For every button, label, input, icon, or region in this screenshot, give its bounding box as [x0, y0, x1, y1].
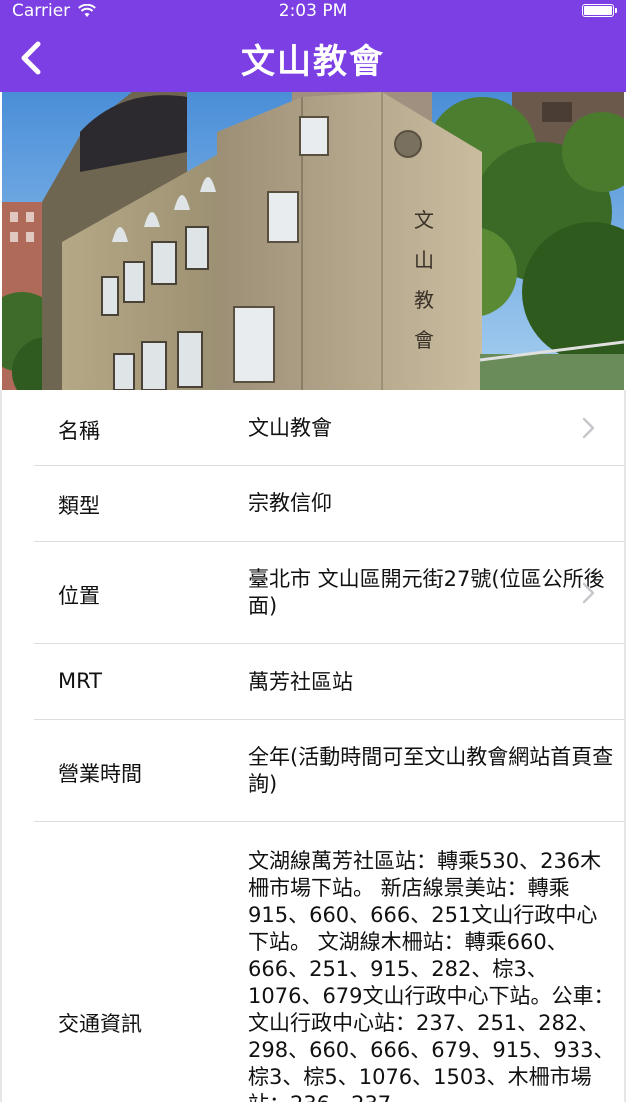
detail-value: 臺北市 文山區開元街27號(位區公所後面) [248, 567, 605, 618]
detail-value: 萬芳社區站 [248, 670, 353, 694]
detail-label: 交通資訊 [58, 1012, 142, 1036]
detail-value: 全年(活動時間可至文山教會網站首頁查詢) [248, 745, 614, 796]
detail-row-location[interactable]: 位置 臺北市 文山區開元街27號(位區公所後面) [34, 542, 624, 644]
detail-list: 名稱 文山教會 類型 宗教信仰 位置 臺北市 文山區開元街27號(位區公所後面)… [0, 390, 626, 1102]
chevron-right-icon [582, 582, 595, 604]
detail-label: 營業時間 [58, 762, 142, 786]
detail-label: 名稱 [58, 419, 100, 443]
detail-row-name[interactable]: 名稱 文山教會 [34, 390, 624, 466]
sign-char-1: 文 [414, 208, 434, 232]
sign-char-3: 教 [414, 288, 434, 312]
status-time: 2:03 PM [278, 1, 348, 21]
detail-row-transport: 交通資訊 文湖線萬芳社區站：轉乘530、236木柵市場下站。 新店線景美站：轉乘… [34, 822, 624, 1102]
navigation-bar: 文山教會 [0, 24, 626, 92]
chevron-right-icon [582, 417, 595, 439]
detail-row-type: 類型 宗教信仰 [34, 466, 624, 542]
detail-value: 文山教會 [248, 416, 332, 440]
battery-icon [582, 4, 617, 17]
hero-image: 文 山 教 會 [2, 92, 624, 390]
detail-label: 類型 [58, 494, 100, 518]
detail-row-hours: 營業時間 全年(活動時間可至文山教會網站首頁查詢) [34, 720, 624, 822]
detail-value: 文湖線萬芳社區站：轉乘530、236木柵市場下站。 新店線景美站：轉乘915、6… [248, 849, 615, 1102]
status-bar: Carrier 2:03 PM [0, 0, 626, 24]
page-title: 文山教會 [241, 42, 385, 82]
detail-value: 宗教信仰 [248, 491, 332, 515]
detail-row-mrt: MRT 萬芳社區站 [34, 644, 624, 720]
sign-char-2: 山 [414, 248, 434, 272]
detail-label: MRT [58, 669, 103, 693]
sign-char-4: 會 [414, 328, 434, 352]
church-photo: 文 山 教 會 [2, 92, 624, 390]
detail-label: 位置 [58, 584, 100, 608]
